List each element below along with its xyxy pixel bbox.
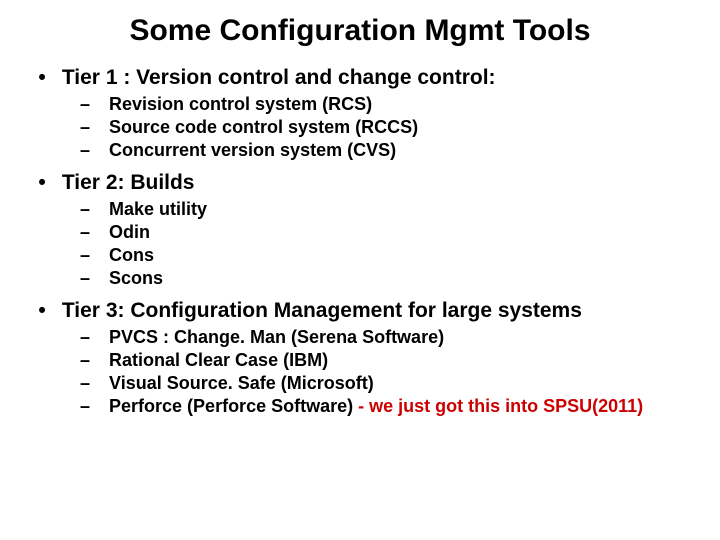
tier-1-heading-text: Tier 1 : Version control and change cont…	[62, 66, 496, 89]
bullet-icon: •	[28, 299, 56, 323]
tier-3-item-1: Rational Clear Case (IBM)	[109, 350, 328, 370]
dash-icon: –	[80, 117, 104, 138]
dash-icon: –	[80, 222, 104, 243]
dash-icon: –	[80, 140, 104, 161]
tier-2-item-2: Cons	[109, 245, 154, 265]
tier-2-heading: • Tier 2: Builds	[28, 171, 692, 195]
tier-1-block: • Tier 1 : Version control and change co…	[28, 66, 692, 161]
bullet-icon: •	[28, 171, 56, 195]
list-item: – Source code control system (RCCS)	[28, 117, 692, 138]
tier-1-item-0: Revision control system (RCS)	[109, 94, 372, 114]
list-item: – Revision control system (RCS)	[28, 94, 692, 115]
slide-title: Some Configuration Mgmt Tools	[28, 14, 692, 48]
tier-2-block: • Tier 2: Builds – Make utility – Odin –…	[28, 171, 692, 289]
list-item: – Concurrent version system (CVS)	[28, 140, 692, 161]
list-item: – Cons	[28, 245, 692, 266]
dash-icon: –	[80, 245, 104, 266]
dash-icon: –	[80, 373, 104, 394]
list-item: – Rational Clear Case (IBM)	[28, 350, 692, 371]
dash-icon: –	[80, 199, 104, 220]
tier-2-heading-text: Tier 2: Builds	[62, 171, 195, 194]
list-item: – PVCS : Change. Man (Serena Software)	[28, 327, 692, 348]
tier-3-heading: • Tier 3: Configuration Management for l…	[28, 299, 692, 323]
tier-2-item-3: Scons	[109, 268, 163, 288]
list-item: – Make utility	[28, 199, 692, 220]
tier-3-trailing-note: - we just got this into SPSU(2011)	[358, 396, 643, 416]
tier-2-item-0: Make utility	[109, 199, 207, 219]
list-item: – Perforce (Perforce Software) - we just…	[28, 396, 692, 417]
tier-1-heading: • Tier 1 : Version control and change co…	[28, 66, 692, 90]
bullet-icon: •	[28, 66, 56, 90]
dash-icon: –	[80, 350, 104, 371]
dash-icon: –	[80, 94, 104, 115]
list-item: – Scons	[28, 268, 692, 289]
list-item: – Odin	[28, 222, 692, 243]
tier-3-item-3: Perforce (Perforce Software)	[109, 396, 358, 416]
tier-3-block: • Tier 3: Configuration Management for l…	[28, 299, 692, 417]
tier-2-item-1: Odin	[109, 222, 150, 242]
dash-icon: –	[80, 268, 104, 289]
tier-3-item-2: Visual Source. Safe (Microsoft)	[109, 373, 374, 393]
list-item: – Visual Source. Safe (Microsoft)	[28, 373, 692, 394]
slide: Some Configuration Mgmt Tools • Tier 1 :…	[0, 0, 720, 540]
dash-icon: –	[80, 327, 104, 348]
dash-icon: –	[80, 396, 104, 417]
tier-3-item-0: PVCS : Change. Man (Serena Software)	[109, 327, 444, 347]
tier-1-item-2: Concurrent version system (CVS)	[109, 140, 396, 160]
tier-1-item-1: Source code control system (RCCS)	[109, 117, 418, 137]
tier-3-heading-text: Tier 3: Configuration Management for lar…	[62, 299, 582, 322]
